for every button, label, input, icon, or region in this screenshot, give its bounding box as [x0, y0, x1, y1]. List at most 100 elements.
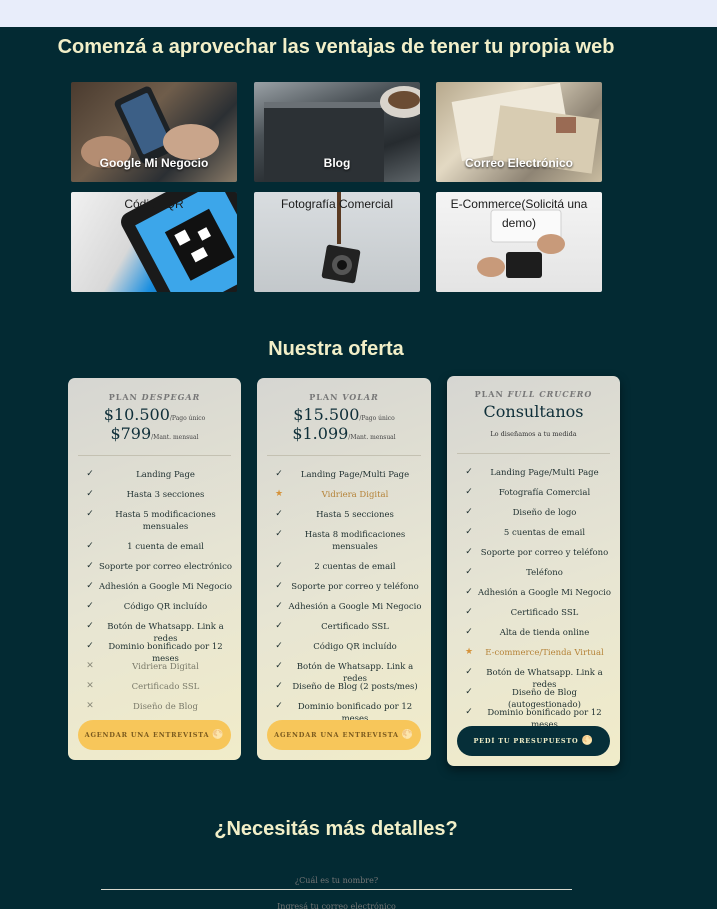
check-icon: ✓: [86, 509, 94, 519]
feature-text: Hasta 3 secciones: [126, 490, 205, 500]
sparkle-icon: 🌕: [401, 730, 414, 740]
cross-icon: ✕: [86, 661, 94, 671]
consult-headline: Consultanos: [483, 402, 584, 421]
check-icon: ✓: [465, 467, 473, 477]
feature-text: E-commerce/Tienda Virtual: [485, 648, 604, 658]
feature-text: Adhesión a Google Mi Negocio: [478, 588, 611, 598]
feature-text: Certificado SSL: [131, 682, 200, 692]
service-tile-codigo-qr[interactable]: Código QR: [71, 192, 237, 292]
feature-text: Landing Page/Multi Page: [490, 468, 599, 478]
check-icon: ✓: [275, 509, 283, 519]
feature-text: Soporte por correo y teléfono: [480, 548, 609, 558]
feature-text: Hasta 5 secciones: [316, 510, 394, 520]
feature-text: Soporte por correo y teléfono: [291, 582, 419, 592]
cross-icon: ✕: [86, 681, 94, 691]
check-icon: ✓: [275, 469, 283, 479]
check-icon: ✓: [465, 547, 473, 557]
feature-text: 2 cuentas de email: [314, 562, 396, 572]
tile-label: Fotografía Comercial: [280, 197, 394, 211]
feature-text: 5 cuentas de email: [503, 528, 586, 538]
service-tile-google-mi-negocio[interactable]: Google Mi Negocio: [71, 82, 237, 182]
plan-name: PLAN FULL CRUCERO: [474, 389, 593, 399]
plan-card-despegar: PLAN DESPEGAR $10.500/Pago único $799/Ma…: [68, 378, 241, 760]
feature-text: Vidriera Digital: [132, 662, 199, 672]
feature-text: Alta de tienda online: [499, 628, 590, 638]
feature-text: Fotografía Comercial: [498, 488, 591, 498]
offer-title: Nuestra oferta: [268, 338, 404, 360]
check-icon: ✓: [465, 507, 473, 517]
sparkle-icon: 🌕: [581, 736, 594, 746]
feature-text: Soporte por correo electrónico: [98, 562, 233, 572]
price-one-time: $10.500/Pago único: [103, 405, 206, 424]
feature-text: Landing Page/Multi Page: [300, 470, 410, 480]
feature-text: Hasta 8 modificaciones mensuales: [304, 530, 406, 552]
check-icon: ✓: [465, 707, 473, 717]
feature-text: Certificado SSL: [510, 608, 579, 618]
service-tile-correo[interactable]: Correo Electrónico: [436, 82, 602, 182]
name-input-underline: [101, 889, 572, 890]
feature-text: Adhesión a Google Mi Negocio: [288, 602, 422, 612]
plan-subtitle: Lo diseñamos a tu medida: [490, 430, 577, 438]
check-icon: ✓: [275, 529, 283, 539]
feature-text: Código QR incluído: [313, 642, 397, 652]
feature-text: Adhesión a Google Mi Negocio: [99, 582, 232, 592]
feature-text: 1 cuenta de email: [127, 542, 204, 552]
cross-icon: ✕: [86, 701, 94, 711]
check-icon: ✓: [275, 701, 283, 711]
feature-text: Diseño de Blog: [133, 702, 198, 712]
star-icon: ★: [274, 489, 284, 499]
check-icon: ✓: [465, 587, 473, 597]
price-one-time: $15.500/Pago único: [293, 405, 395, 424]
feature-text: Teléfono: [526, 568, 563, 578]
service-tile-fotografia[interactable]: Fotografía Comercial: [254, 192, 420, 292]
tile-label: E-Commerce(Solicitá una demo): [450, 197, 588, 231]
sparkle-icon: 🌕: [212, 730, 225, 740]
check-icon: ✓: [86, 621, 94, 631]
request-quote-button[interactable]: PEDÍ TU PRESUPUESTO 🌕: [457, 726, 610, 756]
tile-label: Google Mi Negocio: [99, 156, 209, 170]
feature-text: Vidriera Digital: [321, 490, 389, 500]
check-icon: ✓: [86, 489, 94, 499]
feature-text: Hasta 5 modificaciones mensuales: [115, 510, 216, 532]
check-icon: ✓: [275, 661, 283, 671]
service-tile-blog[interactable]: Blog: [254, 82, 420, 182]
check-icon: ✓: [86, 641, 94, 651]
check-icon: ✓: [465, 607, 473, 617]
price-monthly: $1.099/Mant. mensual: [292, 424, 396, 443]
check-icon: ✓: [275, 601, 283, 611]
check-icon: ✓: [86, 561, 94, 571]
email-input[interactable]: [101, 900, 572, 909]
check-icon: ✓: [275, 581, 283, 591]
service-tile-ecommerce[interactable]: E-Commerce(Solicitá una demo): [436, 192, 602, 292]
tile-label: Código QR: [124, 197, 184, 211]
check-icon: ✓: [465, 627, 473, 637]
check-icon: ✓: [275, 561, 283, 571]
check-icon: ✓: [86, 469, 94, 479]
check-icon: ✓: [275, 641, 283, 651]
plan-name: PLAN DESPEGAR: [108, 392, 201, 402]
check-icon: ✓: [86, 581, 94, 591]
check-icon: ✓: [465, 567, 473, 577]
tile-label: Correo Electrónico: [464, 156, 574, 170]
check-icon: ✓: [275, 621, 283, 631]
name-input[interactable]: [101, 874, 572, 886]
check-icon: ✓: [275, 681, 283, 691]
check-icon: ✓: [465, 527, 473, 537]
feature-text: Diseño de logo: [512, 508, 577, 518]
feature-text: Certificado SSL: [321, 622, 389, 632]
tile-label: Blog: [323, 156, 351, 170]
check-icon: ✓: [465, 487, 473, 497]
feature-text: Landing Page: [136, 470, 195, 480]
divider: [78, 455, 231, 456]
check-icon: ✓: [465, 667, 473, 677]
check-icon: ✓: [86, 601, 94, 611]
schedule-interview-button[interactable]: AGENDAR UNA ENTREVISTA 🌕: [267, 720, 421, 750]
plan-name: PLAN VOLAR: [309, 392, 379, 402]
divider: [457, 453, 610, 454]
schedule-interview-button[interactable]: AGENDAR UNA ENTREVISTA 🌕: [78, 720, 231, 750]
star-icon: ★: [464, 647, 474, 657]
divider: [267, 455, 421, 456]
page-title: Comenzá a aprovechar las ventajas de ten…: [57, 36, 615, 58]
plan-card-full-crucero: PLAN FULL CRUCERO Consultanos Lo diseñam…: [447, 376, 620, 766]
feature-text: Diseño de Blog (2 posts/mes): [292, 682, 418, 692]
